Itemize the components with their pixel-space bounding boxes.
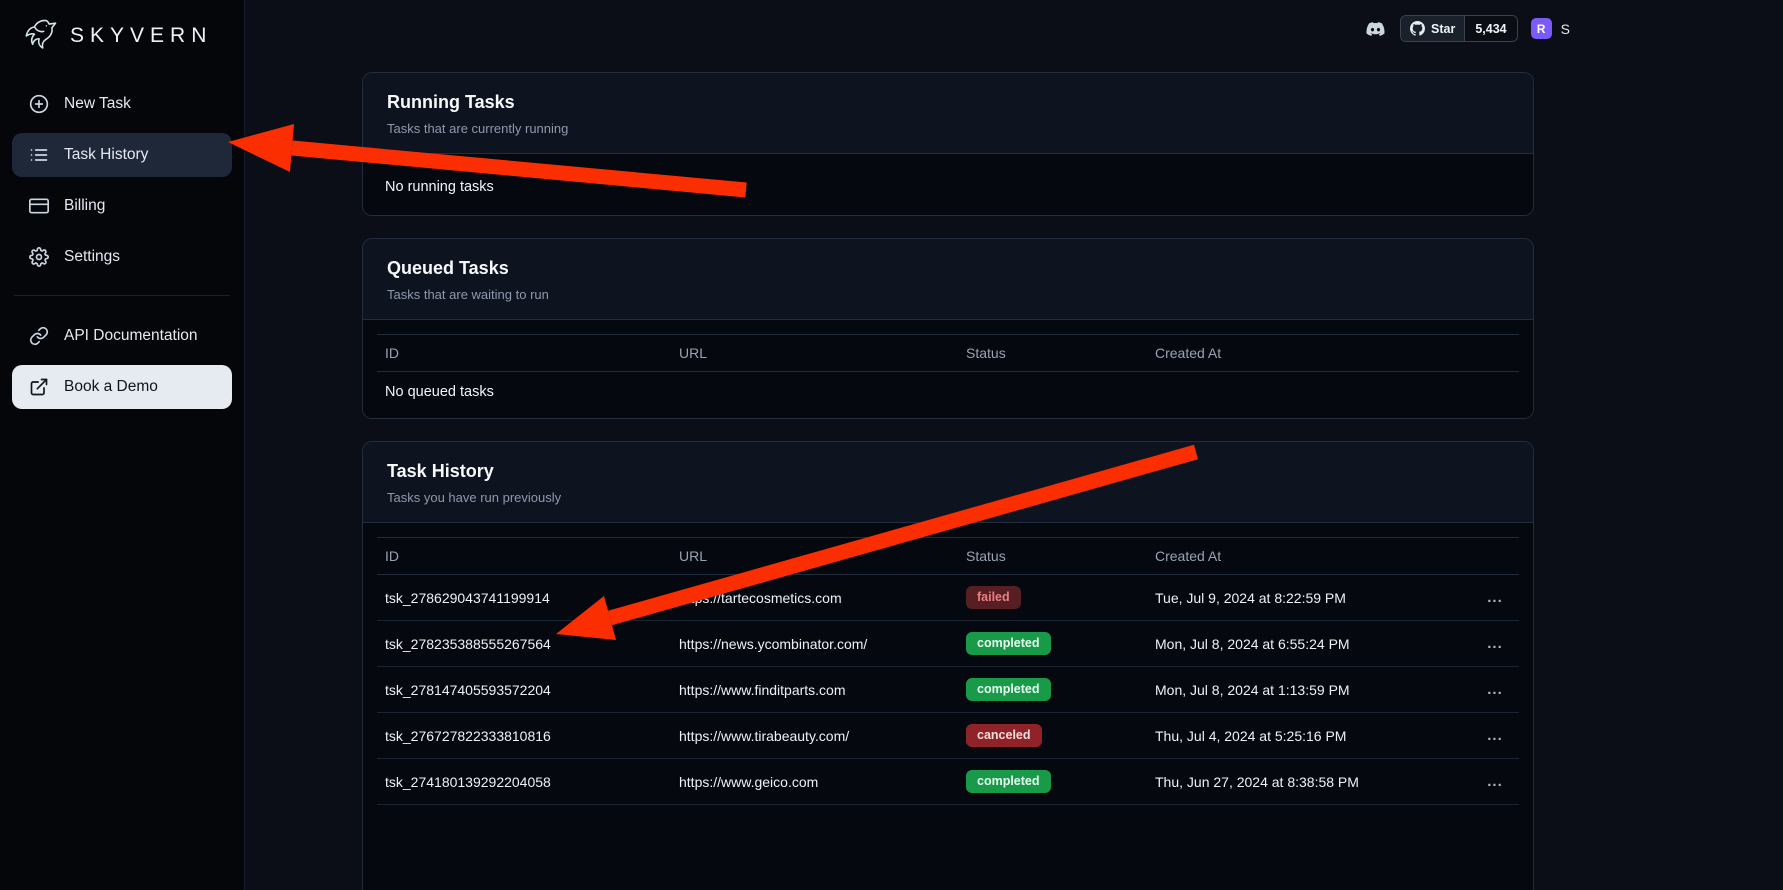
queued-tasks-card: Queued Tasks Tasks that are waiting to r…: [362, 238, 1534, 419]
sidebar-item-label: Task History: [64, 146, 148, 164]
sidebar-nav: New Task Task History Billing Settings: [12, 82, 232, 279]
github-star-count: 5,434: [1465, 16, 1516, 41]
task-url: https://news.ycombinator.com/: [671, 636, 958, 652]
task-created-at: Thu, Jul 4, 2024 at 5:25:16 PM: [1147, 728, 1463, 744]
external-link-icon: [29, 377, 49, 397]
table-row[interactable]: tsk_276727822333810816 https://www.tirab…: [377, 713, 1519, 759]
row-menu-button[interactable]: ...: [1463, 589, 1519, 606]
table-row[interactable]: tsk_278629043741199914 https://tartecosm…: [377, 575, 1519, 621]
sidebar-divider: [14, 295, 230, 296]
sidebar-item-settings[interactable]: Settings: [12, 235, 232, 279]
task-url: https://www.geico.com: [671, 774, 958, 790]
table-header-row: ID URL Status Created At: [377, 334, 1519, 372]
column-header-created-at: Created At: [1147, 345, 1463, 361]
list-icon: [29, 145, 49, 165]
table-row[interactable]: tsk_278235388555267564 https://news.ycom…: [377, 621, 1519, 667]
sidebar-item-api-documentation[interactable]: API Documentation: [12, 314, 232, 358]
status-badge: completed: [966, 770, 1051, 793]
column-header-url: URL: [671, 345, 958, 361]
table-filler: [377, 805, 1519, 889]
github-icon: [1410, 21, 1425, 36]
task-id: tsk_274180139292204058: [377, 774, 671, 790]
card-subtitle: Tasks you have run previously: [387, 490, 1509, 505]
status-badge: canceled: [966, 724, 1042, 747]
row-menu-button[interactable]: ...: [1463, 635, 1519, 652]
task-created-at: Mon, Jul 8, 2024 at 1:13:59 PM: [1147, 682, 1463, 698]
link-icon: [29, 326, 49, 346]
gear-icon: [29, 247, 49, 267]
sidebar-item-label: Settings: [64, 248, 120, 266]
card-title: Task History: [387, 461, 1509, 482]
column-header-url: URL: [671, 548, 958, 564]
credit-card-icon: [29, 196, 49, 216]
task-created-at: Mon, Jul 8, 2024 at 6:55:24 PM: [1147, 636, 1463, 652]
skyvern-dragon-icon: [18, 14, 62, 58]
task-created-at: Tue, Jul 9, 2024 at 8:22:59 PM: [1147, 590, 1463, 606]
sidebar-item-book-a-demo[interactable]: Book a Demo: [12, 365, 232, 409]
main-content: Running Tasks Tasks that are currently r…: [362, 72, 1534, 890]
task-history-header: Task History Tasks you have run previous…: [363, 442, 1533, 523]
card-subtitle: Tasks that are waiting to run: [387, 287, 1509, 302]
sidebar: SKYVERN New Task Task History Billing Se…: [0, 0, 245, 890]
brand-logo[interactable]: SKYVERN: [12, 10, 232, 82]
task-id: tsk_278235388555267564: [377, 636, 671, 652]
table-row[interactable]: tsk_274180139292204058 https://www.geico…: [377, 759, 1519, 805]
row-menu-button[interactable]: ...: [1463, 773, 1519, 790]
github-star-button[interactable]: Star 5,434: [1400, 15, 1518, 42]
task-history-card: Task History Tasks you have run previous…: [362, 441, 1534, 890]
github-star-label: Star: [1431, 22, 1455, 36]
empty-state-text: No queued tasks: [377, 372, 1519, 404]
running-tasks-card: Running Tasks Tasks that are currently r…: [362, 72, 1534, 216]
discord-icon[interactable]: [1364, 20, 1387, 38]
table-row[interactable]: tsk_278147405593572204 https://www.findi…: [377, 667, 1519, 713]
queued-tasks-header: Queued Tasks Tasks that are waiting to r…: [363, 239, 1533, 320]
topbar: Star 5,434 R S: [1364, 15, 1570, 42]
column-header-status: Status: [958, 345, 1147, 361]
task-id: tsk_278629043741199914: [377, 590, 671, 606]
column-header-created-at: Created At: [1147, 548, 1463, 564]
avatar[interactable]: R: [1531, 18, 1552, 39]
row-menu-button[interactable]: ...: [1463, 727, 1519, 744]
sidebar-item-label: Billing: [64, 197, 105, 215]
status-badge: failed: [966, 586, 1021, 609]
sidebar-item-label: New Task: [64, 95, 131, 113]
row-menu-button[interactable]: ...: [1463, 681, 1519, 698]
sidebar-item-new-task[interactable]: New Task: [12, 82, 232, 126]
status-badge: completed: [966, 678, 1051, 701]
sidebar-item-billing[interactable]: Billing: [12, 184, 232, 228]
queued-tasks-body: ID URL Status Created At No queued tasks: [363, 320, 1533, 418]
task-id: tsk_276727822333810816: [377, 728, 671, 744]
table-header-row: ID URL Status Created At: [377, 537, 1519, 575]
empty-state-text: No running tasks: [377, 168, 1519, 201]
task-url: https://tartecosmetics.com: [671, 590, 958, 606]
card-subtitle: Tasks that are currently running: [387, 121, 1509, 136]
task-history-body: ID URL Status Created At tsk_27862904374…: [363, 523, 1533, 890]
task-created-at: Thu, Jun 27, 2024 at 8:38:58 PM: [1147, 774, 1463, 790]
card-title: Queued Tasks: [387, 258, 1509, 279]
running-tasks-body: No running tasks: [363, 154, 1533, 215]
running-tasks-header: Running Tasks Tasks that are currently r…: [363, 73, 1533, 154]
card-title: Running Tasks: [387, 92, 1509, 113]
column-header-status: Status: [958, 548, 1147, 564]
status-badge: completed: [966, 632, 1051, 655]
sidebar-item-label: Book a Demo: [64, 378, 158, 396]
plus-circle-icon: [29, 94, 49, 114]
column-header-id: ID: [377, 345, 671, 361]
task-id: tsk_278147405593572204: [377, 682, 671, 698]
app-root: SKYVERN New Task Task History Billing Se…: [0, 0, 1783, 890]
brand-name: SKYVERN: [70, 24, 212, 48]
user-name-partial: S: [1561, 21, 1570, 37]
sidebar-item-task-history[interactable]: Task History: [12, 133, 232, 177]
sidebar-item-label: API Documentation: [64, 327, 198, 345]
column-header-id: ID: [377, 548, 671, 564]
task-url: https://www.finditparts.com: [671, 682, 958, 698]
task-url: https://www.tirabeauty.com/: [671, 728, 958, 744]
